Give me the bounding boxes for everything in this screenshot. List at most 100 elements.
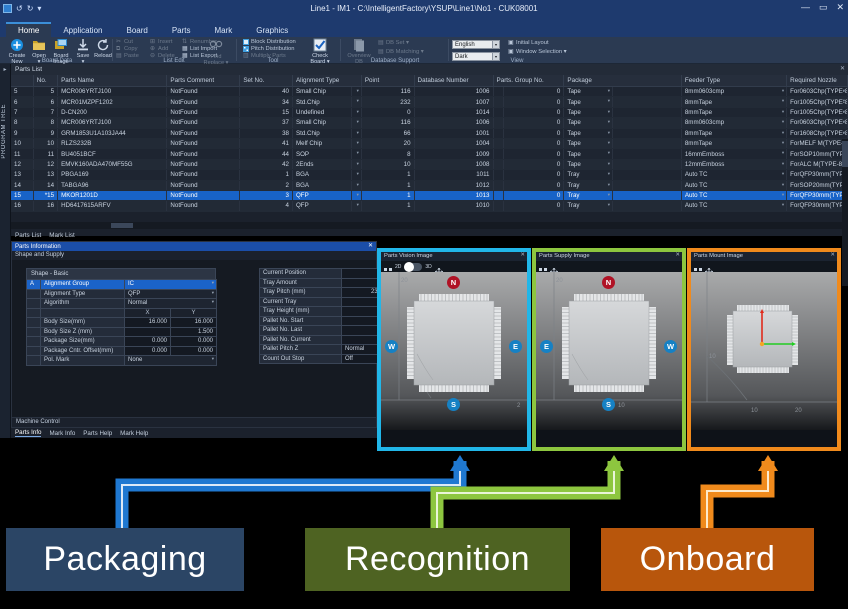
row-pol-mark[interactable]: Pol. Mark None: [27, 356, 217, 366]
window-selection-button[interactable]: ▣Window Selection ▾: [508, 49, 567, 55]
row-package[interactable]: Tray: [564, 180, 613, 190]
row-package[interactable]: Tape: [564, 97, 613, 107]
parts-list-tabs[interactable]: Parts List Mark List: [11, 230, 411, 240]
shape-xy-y[interactable]: 0.000: [171, 346, 217, 356]
parts-information-close-icon[interactable]: ✕: [368, 242, 373, 249]
move-icon[interactable]: [435, 263, 443, 271]
alignment-group-value[interactable]: IC: [125, 280, 217, 290]
row-required-nozzle[interactable]: For1005Chp(TYPE-8004H): [787, 107, 848, 117]
row-required-nozzle[interactable]: For1005Chp(TYPE-8004H): [787, 97, 848, 107]
shape-xy-row[interactable]: Package Size(mm)0.0000.000: [27, 337, 217, 347]
db-set-button[interactable]: ▤DB Set ▾: [378, 40, 409, 46]
col-set-no[interactable]: Set No.: [240, 75, 293, 87]
row-feeder-type[interactable]: Auto TC: [681, 180, 786, 190]
table-row[interactable]: 1010RLZS232BNotFound41Melf Chip2010040Ta…: [11, 138, 848, 148]
add-button[interactable]: ⊕Add: [150, 46, 168, 52]
tray-row[interactable]: Current Tray: [260, 297, 385, 307]
parts-supply-toolbar[interactable]: [536, 261, 682, 272]
tray-row[interactable]: Tray Pitch (mm)235: [260, 288, 385, 298]
minimize-button[interactable]: —: [801, 2, 810, 12]
parts-info-bottom-tabs[interactable]: Parts Info Mark Info Parts Help Mark Hel…: [11, 428, 377, 438]
section-machine-control[interactable]: Machine Control: [12, 417, 376, 427]
row-feeder-type[interactable]: 8mm0603cmp: [681, 118, 786, 128]
parts-list-vscrollbar[interactable]: [842, 139, 848, 286]
hscroll-thumb[interactable]: [111, 223, 133, 228]
tab-parts-info[interactable]: Parts Info: [15, 429, 41, 437]
row-package[interactable]: Tape: [564, 159, 613, 169]
window-controls[interactable]: — ▭ ✕: [801, 2, 844, 12]
row-alignment-group[interactable]: A Alignment Group IC: [27, 280, 217, 290]
row-algorithm[interactable]: Algorithm Normal: [27, 299, 217, 309]
move-icon-supply[interactable]: [550, 263, 558, 271]
program-tree-rail[interactable]: ▸ PROGRAM TREE: [0, 64, 11, 438]
grid-icon-supply[interactable]: [539, 263, 547, 271]
row-alignment-dd[interactable]: [351, 87, 361, 97]
col-point[interactable]: Point: [361, 75, 414, 87]
table-row[interactable]: 88MCR006YRTJ100NotFound37Small Chip11610…: [11, 118, 848, 128]
tab-home[interactable]: Home: [6, 22, 51, 37]
grid-icon-mount[interactable]: [694, 263, 702, 271]
row-required-nozzle[interactable]: ForQFP30mm(TYPE-8011H): [787, 190, 848, 200]
copy-button[interactable]: ⧉Copy: [116, 46, 138, 52]
block-distribution-button[interactable]: Block Distribution: [243, 39, 296, 45]
row-feeder-type[interactable]: 8mm0603cmp: [681, 87, 786, 97]
tray-row[interactable]: Pallet No. Current: [260, 335, 385, 345]
tray-row[interactable]: Current Position: [260, 269, 385, 279]
vscroll-thumb[interactable]: [842, 141, 848, 167]
parts-list-close-icon[interactable]: ✕: [840, 65, 845, 72]
row-package[interactable]: Tape: [564, 87, 613, 97]
row-alignment-dd[interactable]: [351, 170, 361, 180]
row-feeder-type[interactable]: 8mmTape: [681, 97, 786, 107]
tray-row[interactable]: Tray Amount: [260, 278, 385, 288]
shape-xy-x[interactable]: 0.000: [125, 337, 171, 347]
row-required-nozzle[interactable]: ForQFP30mm(TYPE-8011H): [787, 201, 848, 211]
tab-mark[interactable]: Mark: [203, 24, 245, 37]
initial-layout-button[interactable]: ▣Initial Layout: [508, 40, 549, 46]
tab-application[interactable]: Application: [51, 24, 114, 37]
parts-list-hscrollbar[interactable]: [11, 222, 848, 229]
tab-parts[interactable]: Parts: [160, 24, 203, 37]
row-feeder-type[interactable]: 16mmEmboss: [681, 149, 786, 159]
parts-mount-canvas[interactable]: 10 10 20: [691, 272, 837, 430]
tab-parts-help[interactable]: Parts Help: [83, 430, 112, 437]
ribbon-tab-bar[interactable]: Home Application Board Parts Mark Graphi…: [0, 22, 848, 37]
algorithm-value[interactable]: Normal: [125, 299, 217, 309]
row-feeder-type[interactable]: 8mmTape: [681, 138, 786, 148]
tray-row[interactable]: Tray Height (mm): [260, 307, 385, 317]
shape-xy-x[interactable]: 16.000: [125, 318, 171, 328]
table-row[interactable]: 99GRM1853U1A103JA44NotFound38Std.Chip661…: [11, 128, 848, 138]
cut-button[interactable]: ✂Cut: [116, 39, 133, 45]
shape-xy-row[interactable]: Package Cntr. Offset(mm)0.0000.000: [27, 346, 217, 356]
table-row[interactable]: 15*15MKOR1201DNotFound3QFP110130TrayAuto…: [11, 190, 848, 200]
parts-mount-close-icon[interactable]: ✕: [830, 252, 835, 258]
tray-properties-table[interactable]: Current PositionTray AmountTray Pitch (m…: [259, 268, 385, 364]
parts-vision-close-icon[interactable]: ✕: [520, 252, 525, 258]
parts-supply-close-icon[interactable]: ✕: [675, 252, 680, 258]
maximize-button[interactable]: ▭: [819, 2, 828, 12]
row-feeder-type[interactable]: 8mmTape: [681, 107, 786, 117]
table-row[interactable]: 1313PBGA169NotFound1BGA110110TrayAuto TC…: [11, 170, 848, 180]
table-row[interactable]: 55MCR006YRTJ100NotFound40Small Chip11610…: [11, 87, 848, 97]
row-alignment-dd[interactable]: [351, 201, 361, 211]
row-alignment-dd[interactable]: [351, 149, 361, 159]
expand-rail-icon[interactable]: ▸: [0, 66, 10, 73]
tab-mark-help[interactable]: Mark Help: [120, 430, 148, 437]
chevron-down-icon[interactable]: ▾: [492, 41, 499, 48]
table-row[interactable]: 77D-CN200NotFound15Undefined010140Tape8m…: [11, 107, 848, 117]
table-row[interactable]: 1212EMVK160ADA470MF55GNotFound422Ends101…: [11, 159, 848, 169]
row-alignment-dd[interactable]: [351, 180, 361, 190]
row-package[interactable]: Tray: [564, 201, 613, 211]
shape-basic-table[interactable]: A Alignment Group IC Alignment Type QFP …: [26, 279, 217, 366]
col-parts-comment[interactable]: Parts Comment: [167, 75, 240, 87]
row-package[interactable]: Tray: [564, 190, 613, 200]
parts-vision-canvas[interactable]: 20 0 2 N W E S: [381, 272, 527, 430]
alignment-type-value[interactable]: QFP: [125, 289, 217, 299]
col-database-number[interactable]: Database Number: [414, 75, 493, 87]
parts-vision-toolbar[interactable]: 2D 3D: [381, 261, 527, 272]
row-required-nozzle[interactable]: For0603Chp(TYPE-8004H): [787, 118, 848, 128]
tray-row[interactable]: Count Out StopOff: [260, 354, 385, 364]
grid-icon[interactable]: [384, 263, 392, 271]
shape-xy-row[interactable]: Body Size(mm)16.00016.000: [27, 318, 217, 328]
tab-mark-list[interactable]: Mark List: [49, 232, 75, 239]
db-matching-button[interactable]: ▤DB Matching ▾: [378, 49, 424, 55]
